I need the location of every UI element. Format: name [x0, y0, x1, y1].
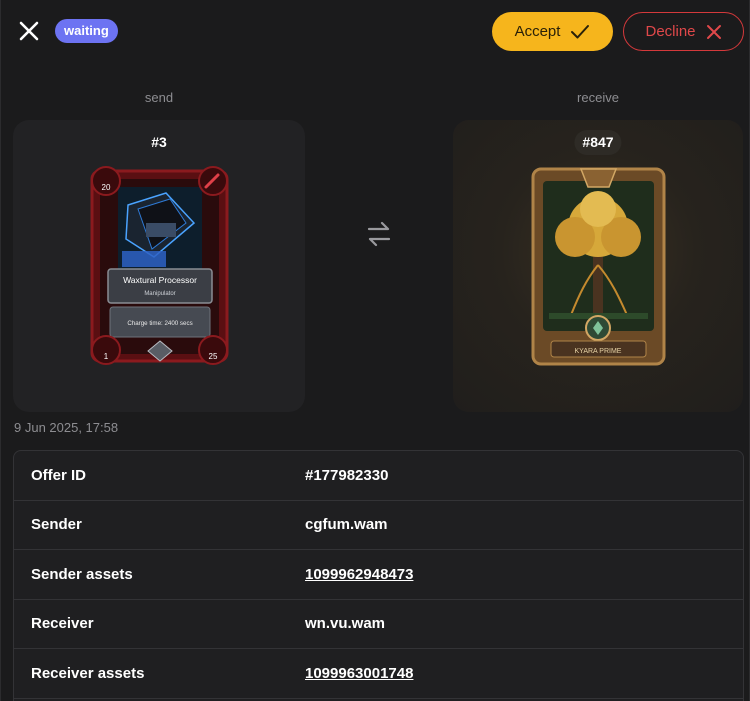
- sender-value: cgfum.wam: [305, 516, 388, 534]
- send-card-stat-bottom-right: 25: [209, 352, 218, 361]
- decline-button[interactable]: Decline: [623, 12, 744, 51]
- detail-key: Sender assets: [31, 565, 133, 583]
- detail-key: Receiver: [31, 615, 94, 633]
- status-badge: waiting: [55, 19, 118, 43]
- close-button[interactable]: [15, 17, 43, 45]
- receive-asset-card-image: KYARA PRIME: [531, 167, 666, 366]
- detail-key: Receiver assets: [31, 664, 145, 682]
- detail-key: Sender: [31, 516, 82, 534]
- offer-details-table: Offer ID #177982330 Sender cgfum.wam Sen…: [13, 450, 744, 701]
- receive-card-name: KYARA PRIME: [575, 348, 622, 355]
- send-card-stat-top-left: 20: [102, 183, 111, 192]
- send-asset-number: #3: [151, 134, 167, 150]
- send-card-type: Manipulator: [144, 291, 175, 297]
- table-row: Sender assets 1099962948473: [14, 550, 743, 600]
- swap-arrows-icon: [367, 221, 391, 247]
- trade-offer-panel: waiting Accept Decline send receive #3 #…: [0, 0, 750, 701]
- accept-label: Accept: [514, 23, 561, 40]
- table-row: Receiver wn.vu.wam: [14, 600, 743, 649]
- send-card-charge: Charge time: 2400 secs: [127, 320, 192, 327]
- sender-assets-link[interactable]: 1099962948473: [305, 566, 413, 583]
- receive-caption: receive: [577, 90, 619, 105]
- detail-key: Offer ID: [31, 466, 87, 484]
- table-row: Sender cgfum.wam: [14, 501, 743, 550]
- close-icon: [19, 21, 39, 41]
- table-row: Receiver assets 1099963001748: [14, 649, 743, 699]
- send-asset-card-image: Waxtural Processor Manipulator Charge ti…: [90, 166, 229, 365]
- send-caption: send: [144, 90, 174, 105]
- offer-id-value: #177982330: [305, 466, 389, 484]
- table-row: Offer ID #177982330: [14, 451, 743, 501]
- close-icon: [706, 24, 721, 39]
- decline-label: Decline: [645, 23, 696, 40]
- check-icon: [571, 24, 590, 38]
- receiver-assets-link[interactable]: 1099963001748: [305, 665, 413, 682]
- accept-button[interactable]: Accept: [492, 12, 613, 51]
- receive-asset-number: #847: [574, 130, 622, 155]
- trade-date: 9 Jun 2025, 17:58: [14, 420, 119, 435]
- send-card-stat-bottom-left: 1: [104, 352, 109, 361]
- receiver-value: wn.vu.wam: [305, 615, 386, 633]
- send-card-name: Waxtural Processor: [123, 275, 197, 285]
